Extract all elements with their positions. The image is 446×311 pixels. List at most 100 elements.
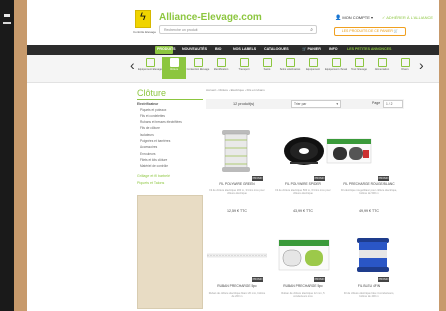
sidebar-item[interactable]: Poignées et barrières [140, 139, 170, 143]
product-image [278, 239, 330, 271]
category-item[interactable]: Tout l'élevage [347, 57, 371, 79]
category-item[interactable]: Equipement [301, 57, 325, 79]
chevron-right-icon[interactable]: › [419, 58, 424, 72]
sidebar-item[interactable]: Fils de clôture [140, 126, 160, 130]
search-icon[interactable]: ⌕ [310, 27, 313, 33]
category-icon [285, 58, 295, 67]
sidebar-item[interactable]: Piquets et Talons [137, 181, 164, 185]
product-description: Fil de clôture électrique 500 m, 6 brins… [275, 189, 331, 196]
product-name[interactable]: FIL POLYWIRE GREEN [208, 182, 266, 186]
product-description: Fil de clôture électrique bleu 4 conduct… [343, 292, 395, 299]
product-description: Fil électrique rouge/blanc pour clôture … [340, 189, 398, 196]
site-header: ϟ Contrôle Elevage Alliance-Elevage.com … [27, 0, 439, 45]
nav-bio[interactable]: BIO [215, 47, 221, 51]
page-select[interactable]: 1 / 2 [383, 100, 403, 108]
sidebar-item[interactable]: Rubans et tresses électrifiées [140, 120, 182, 124]
category-item[interactable]: Contention Elevage [186, 57, 210, 79]
product-image [357, 238, 389, 272]
category-icon [308, 58, 318, 67]
lightning-icon: ϟ [140, 11, 146, 23]
sidebar-item[interactable]: Isolateurs [140, 133, 154, 137]
account-link[interactable]: 👤 MON COMPTE ▾ [335, 15, 373, 21]
category-icon [331, 58, 341, 67]
category-strip: ‹ Equipement Elevage Clôture Contention … [27, 55, 439, 83]
nav-panier[interactable]: 🛒 PANIER [302, 47, 321, 51]
sidebar-banner-image[interactable] [137, 195, 203, 309]
account-label: MON COMPTE [342, 15, 370, 20]
product-name[interactable]: RUBAN PRECHARGE 5pc [274, 284, 332, 288]
sidebar-item[interactable]: Fils et cordelettes [140, 114, 165, 118]
category-item[interactable]: Transport [232, 57, 256, 79]
category-icon [145, 58, 155, 67]
edge-mark [3, 22, 11, 24]
promo-badge: PROMO [378, 277, 389, 282]
category-item[interactable]: Alimentation [370, 57, 394, 79]
category-item[interactable]: Equipement Elevage [138, 57, 162, 79]
alliance-label: ADHÉRER À L'ALLIANCE [386, 15, 434, 20]
sidebar-item[interactable]: Matériel de contrôle [140, 164, 168, 168]
search-placeholder: Recherche un produit [164, 28, 198, 32]
divider [137, 99, 203, 100]
cart-button[interactable]: LES PRODUITS DE CE PANIER 🛒 [334, 27, 406, 36]
web-page: ϟ Contrôle Elevage Alliance-Elevage.com … [27, 0, 439, 311]
page-value: 1 / 2 [386, 102, 393, 106]
sort-label: Trier par [294, 102, 307, 106]
category-icon [354, 58, 364, 67]
nav-nouveautes[interactable]: NOUVEAUTÉS [182, 47, 207, 51]
category-item-active[interactable]: Clôture [162, 57, 186, 79]
category-icon [216, 58, 226, 67]
category-icon [400, 58, 410, 67]
sort-select[interactable]: Trier par ▾ [291, 100, 341, 108]
nav-info[interactable]: INFO [329, 47, 338, 51]
checkmark-icon: ✓ [382, 15, 386, 20]
product-name[interactable]: RUBAN PRECHARGE 5pc [208, 284, 266, 288]
category-item[interactable]: Identification [209, 57, 233, 79]
product-count: 12 produit(s) [233, 102, 255, 106]
category-item[interactable]: Divers [393, 57, 417, 79]
chevron-left-icon[interactable]: ‹ [130, 58, 135, 72]
product-name[interactable]: FIL POLYWIRE SPIDER [274, 182, 332, 186]
category-icon [262, 58, 272, 67]
cart-icon: 🛒 [393, 29, 399, 33]
nav-labels[interactable]: NOS LABELS [233, 47, 256, 51]
sidebar-title: Clôture [137, 88, 167, 98]
product-name[interactable]: FIL PRECHARGE ROUGE/BLANC [340, 182, 398, 186]
edge-mark [4, 14, 10, 17]
sidebar-item[interactable]: Grillage et fil barbelé [137, 174, 170, 178]
promo-badge: PROMO [252, 176, 263, 181]
promo-badge: PROMO [314, 176, 325, 181]
sidebar-item[interactable]: Piquets et poteaux [140, 108, 166, 112]
product-description: Ruban de clôture électrique blanc 20 mm,… [208, 292, 266, 299]
search-input[interactable]: Recherche un produit ⌕ [159, 25, 317, 34]
product-image [284, 137, 324, 165]
sidebar-item[interactable]: Accessoires [140, 145, 157, 149]
product-price: 49,99 € TTC [359, 209, 379, 213]
alliance-link[interactable]: ✓ ADHÉRER À L'ALLIANCE [382, 15, 433, 20]
nav-produits[interactable]: PRODUITS [157, 47, 176, 51]
left-edge-panel [0, 0, 14, 311]
category-icon [377, 58, 387, 67]
category-icon [193, 58, 203, 67]
sidebar-item[interactable]: Filets et kits clôture [140, 158, 167, 162]
sidebar-item[interactable]: Enrouleurs [140, 152, 155, 156]
category-item[interactable]: Equipement cheval [324, 57, 348, 79]
promo-badge: PROMO [252, 277, 263, 282]
product-name[interactable]: FIL BLEU 4FIN [340, 284, 398, 288]
promo-badge: PROMO [378, 176, 389, 181]
stage: ϟ Contrôle Elevage Alliance-Elevage.com … [0, 0, 446, 311]
nav-catalogues[interactable]: CATALOGUES [264, 47, 289, 51]
logo-subtitle: Contrôle Elevage [133, 30, 157, 34]
category-item[interactable]: Santé [255, 57, 279, 79]
product-description: Ruban de clôture électrique 12 mm, 5 con… [281, 292, 325, 299]
product-price: 12,59 € TTC [227, 209, 247, 213]
main-nav: PRODUITS NOUVEAUTÉS BIO NOS LABELS CATAL… [27, 45, 439, 55]
brand-name[interactable]: Alliance-Elevage.com [159, 12, 262, 23]
page-label: Page [372, 101, 381, 105]
fence-icon [169, 58, 179, 67]
category-item[interactable]: Soins vétérinaires [278, 57, 302, 79]
chevron-down-icon: ▾ [336, 102, 338, 106]
product-price: 43,99 € TTC [293, 209, 313, 213]
sidebar-item[interactable]: Electrificateur [137, 102, 158, 106]
nav-annonces[interactable]: LES PETITES ANNONCES [347, 47, 391, 51]
product-image [222, 130, 250, 172]
